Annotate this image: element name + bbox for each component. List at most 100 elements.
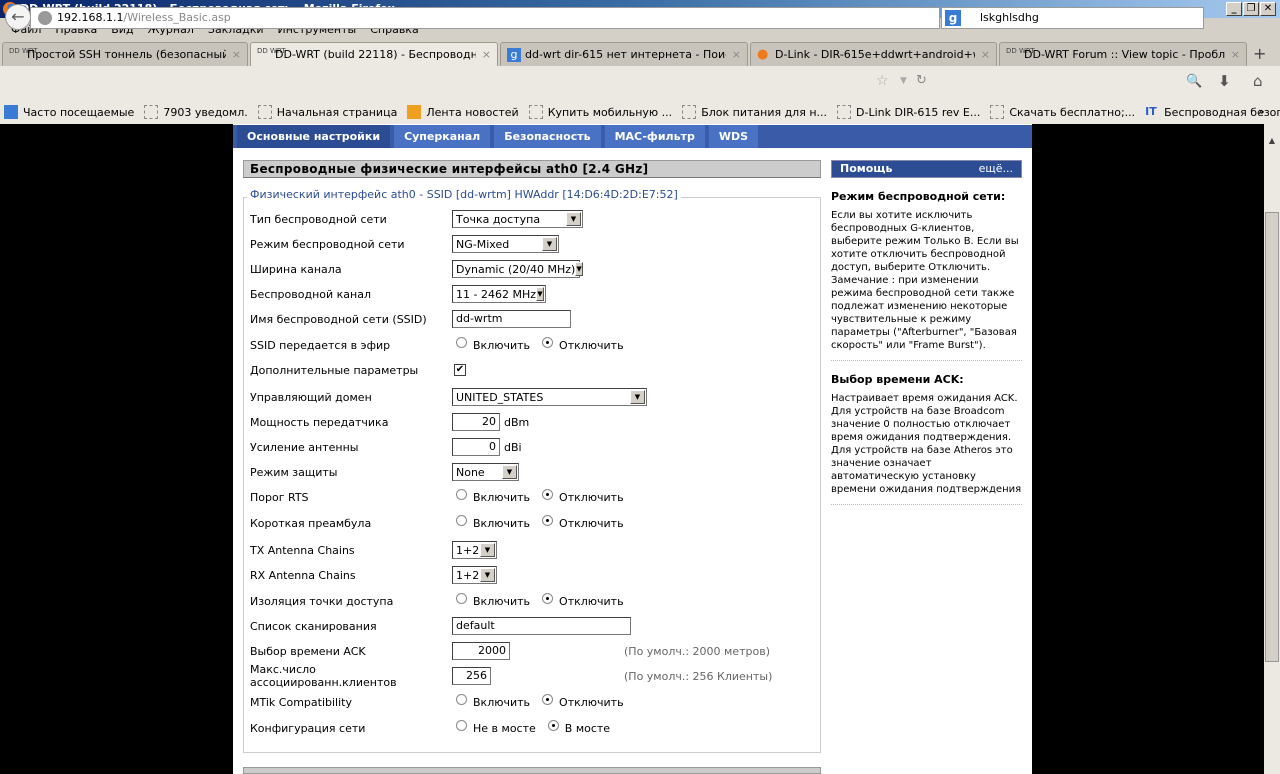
radio-option[interactable]: Включить: [456, 592, 531, 608]
page-tab[interactable]: Основные настройки: [237, 125, 391, 148]
search-magnifier-icon[interactable]: 🔍: [1186, 74, 1202, 89]
select-value: Dynamic (20/40 MHz): [456, 262, 576, 276]
number-input[interactable]: 256: [452, 667, 491, 685]
bookmark-item[interactable]: Купить мобильную ...: [528, 105, 672, 119]
bookmark-item[interactable]: Лента новостей: [407, 105, 519, 119]
google-icon[interactable]: g: [945, 10, 961, 26]
page-tab[interactable]: Безопасность: [494, 125, 601, 148]
help-more-link[interactable]: ещё...: [979, 161, 1013, 177]
chevron-down-icon[interactable]: ▼: [502, 465, 517, 479]
back-button[interactable]: ←: [5, 4, 31, 30]
tab-close-icon[interactable]: ×: [981, 48, 990, 61]
bookmark-item[interactable]: 7903 уведомл.: [144, 105, 248, 119]
text-input[interactable]: default: [452, 617, 631, 635]
radio-option[interactable]: Не в мосте: [456, 719, 536, 735]
radio-option[interactable]: Включить: [456, 693, 530, 709]
tab-close-icon[interactable]: ×: [1231, 48, 1240, 61]
radio-button[interactable]: [542, 488, 554, 500]
radio-label: Включить: [473, 594, 531, 608]
select-field[interactable]: Точка доступа ▼: [452, 210, 583, 228]
radio-button[interactable]: [456, 336, 467, 348]
chevron-down-icon[interactable]: ▼: [542, 237, 557, 251]
radio-button[interactable]: [547, 719, 559, 731]
browser-tab[interactable]: g dd-wrt dir-615 нет интернета - Поиск в.…: [500, 42, 748, 66]
text-input[interactable]: dd-wrtm: [452, 310, 571, 328]
new-tab-button[interactable]: +: [1253, 44, 1266, 63]
select-field[interactable]: Dynamic (20/40 MHz) ▼: [452, 260, 583, 278]
bookmark-label: D-Link DIR-615 rev E...: [856, 105, 981, 119]
number-input[interactable]: 20: [452, 413, 500, 431]
radio-button[interactable]: [456, 488, 467, 500]
bookmark-item[interactable]: Блок питания для н...: [682, 105, 827, 119]
chevron-down-icon[interactable]: ▼: [480, 543, 495, 557]
tab-close-icon[interactable]: ×: [732, 48, 741, 61]
chevron-down-icon[interactable]: ▼: [566, 212, 581, 226]
help-section-wireless-mode: Режим беспроводной сети: Если вы хотите …: [831, 178, 1022, 361]
radio-option[interactable]: Отключить: [542, 514, 624, 530]
radio-option[interactable]: Отключить: [542, 488, 624, 504]
field-label: SSID передается в эфир: [250, 338, 391, 352]
fieldset-legend: Физический интерфейс ath0 - SSID [dd-wrt…: [247, 188, 681, 201]
google-icon: g: [507, 47, 521, 62]
radio-button[interactable]: [456, 693, 467, 705]
download-icon[interactable]: ⬇: [1218, 72, 1231, 90]
minimize-button[interactable]: _: [1226, 2, 1242, 16]
radio-option[interactable]: Отключить: [542, 592, 624, 608]
browser-tab[interactable]: DD WRT DD-WRT Forum :: View topic - Пробл…: [999, 42, 1247, 66]
bookmark-item[interactable]: D-Link DIR-615 rev E...: [837, 105, 980, 119]
radio-option[interactable]: Отключить: [542, 693, 624, 709]
radio-button[interactable]: [542, 693, 554, 705]
radio-label: Не в мосте: [473, 721, 536, 735]
select-field[interactable]: NG-Mixed ▼: [452, 235, 559, 253]
bookmark-item[interactable]: Начальная страница: [257, 105, 397, 119]
home-icon[interactable]: ⌂: [1253, 72, 1263, 90]
chevron-down-icon[interactable]: ▼: [536, 287, 544, 301]
radio-button[interactable]: [456, 592, 467, 604]
page-tab[interactable]: WDS: [708, 125, 758, 148]
tab-close-icon[interactable]: ×: [232, 48, 241, 61]
url-host: 192.168.1.1: [57, 11, 124, 24]
page-tab[interactable]: MAC-фильтр: [604, 125, 705, 148]
select-field[interactable]: 1+2 ▼: [452, 566, 497, 584]
radio-option[interactable]: Включить: [456, 336, 531, 352]
restore-button[interactable]: ❐: [1243, 2, 1259, 16]
radio-option[interactable]: Включить: [456, 514, 530, 530]
radio-button[interactable]: [456, 719, 467, 731]
select-field[interactable]: 1+2 ▼: [452, 541, 497, 559]
browser-tab[interactable]: DD WRTПростой SSH тоннель (безопасный се…: [2, 42, 248, 66]
scroll-up-icon[interactable]: ▲: [1264, 134, 1280, 148]
url-bar[interactable]: 192.168.1.1/Wireless_Basic.asp: [30, 7, 940, 29]
select-value: NG-Mixed: [456, 237, 510, 251]
close-button[interactable]: ✕: [1260, 2, 1276, 16]
history-dropdown-icon[interactable]: ▼: [900, 76, 907, 86]
radio-button[interactable]: [542, 514, 554, 526]
radio-label: Включить: [473, 338, 531, 352]
radio-option[interactable]: В мосте: [547, 719, 610, 735]
radio-button[interactable]: [542, 336, 554, 348]
browser-tab[interactable]: DD WRTDD-WRT (build 22118) - Беспроводна…: [250, 42, 498, 66]
scrollbar-thumb[interactable]: [1265, 212, 1279, 662]
search-input[interactable]: lskghlsdhg: [941, 7, 1204, 29]
radio-option[interactable]: Отключить: [542, 336, 624, 352]
bookmark-star-icon[interactable]: ☆: [876, 73, 889, 89]
select-field[interactable]: 11 - 2462 MHz ▼: [452, 285, 546, 303]
select-field[interactable]: UNITED_STATES ▼: [452, 388, 647, 406]
browser-tab[interactable]: ● D-Link - DIR-615e+ddwrt+android+winx...…: [750, 42, 997, 66]
number-input[interactable]: 2000: [452, 642, 510, 660]
number-input[interactable]: 0: [452, 438, 500, 456]
bookmarks-overflow-icon[interactable]: »: [1258, 105, 1265, 118]
reload-icon[interactable]: ↻: [916, 73, 927, 88]
radio-option[interactable]: Включить: [456, 488, 530, 504]
checkbox[interactable]: ✔: [454, 364, 466, 376]
radio-button[interactable]: [456, 514, 467, 526]
bookmark-item[interactable]: Часто посещаемые: [4, 105, 134, 119]
select-field[interactable]: None ▼: [452, 463, 519, 481]
chevron-down-icon[interactable]: ▼: [630, 390, 645, 404]
page-tab[interactable]: Суперканал: [394, 125, 491, 148]
radio-button[interactable]: [542, 592, 554, 604]
bookmark-item[interactable]: Скачать бесплатно;...: [990, 105, 1135, 119]
radio-label: Отключить: [559, 516, 624, 530]
chevron-down-icon[interactable]: ▼: [480, 568, 495, 582]
chevron-down-icon[interactable]: ▼: [575, 262, 583, 276]
tab-close-icon[interactable]: ×: [482, 48, 491, 61]
